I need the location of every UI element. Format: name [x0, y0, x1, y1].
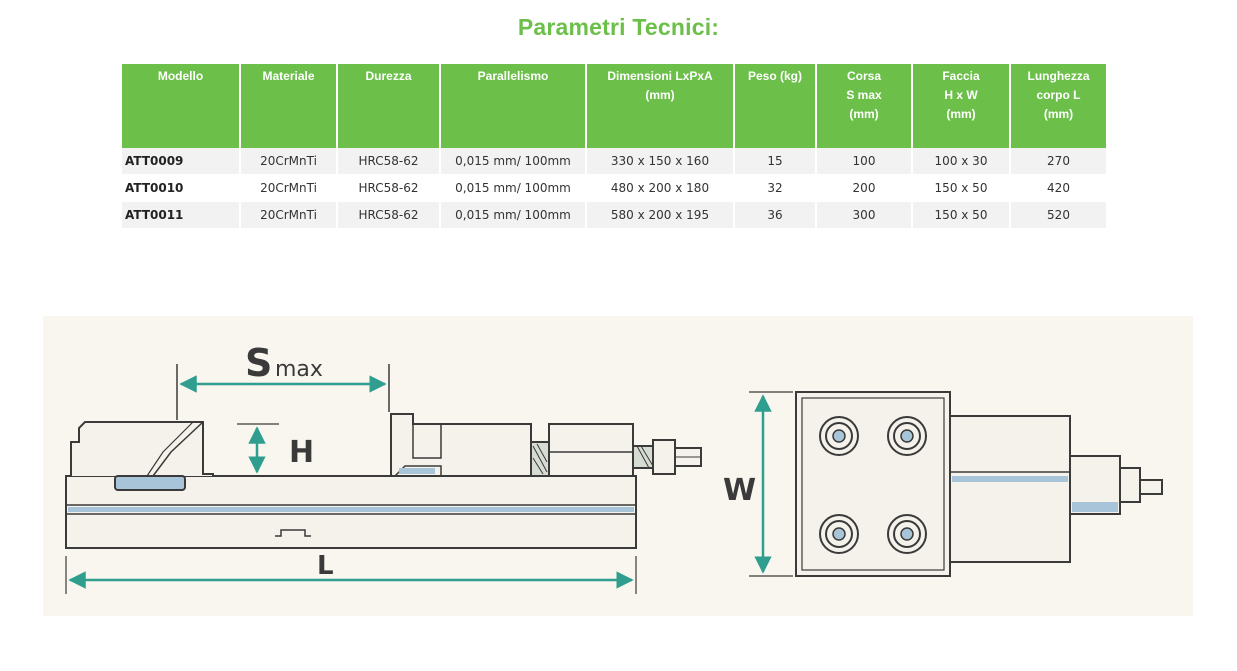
vise-drawing-svg: S max H L W — [65, 341, 1163, 594]
smax-dimension: S max — [176, 341, 390, 420]
cell-corsa: 200 — [816, 174, 913, 202]
cell-modello: ATT0010 — [122, 174, 241, 202]
label-l: L — [317, 551, 334, 581]
col-header-dimensioni: Dimensioni LxPxA (mm) — [586, 64, 735, 148]
bolt-icon — [819, 416, 859, 456]
cell-materiale: 20CrMnTi — [240, 148, 338, 175]
cell-lunghezza: 420 — [1010, 174, 1106, 202]
label-max: max — [275, 357, 323, 382]
table-row: ATT0010 20CrMnTi HRC58-62 0,015 mm/ 100m… — [122, 174, 1106, 202]
bolt-icon — [887, 514, 927, 554]
col-header-corsa: Corsa S max (mm) — [816, 64, 913, 148]
page-title: Parametri Tecnici: — [517, 14, 720, 40]
cell-peso: 36 — [734, 201, 817, 229]
cell-parallelismo: 0,015 mm/ 100mm — [440, 174, 587, 202]
vise-technical-drawing: S max H L W — [43, 316, 1193, 616]
cell-peso: 32 — [734, 174, 817, 202]
col-header-faccia: Faccia H x W (mm) — [912, 64, 1011, 148]
col-header-modello: Modello — [122, 64, 241, 148]
vise-side-view — [65, 413, 702, 549]
label-h: H — [289, 435, 314, 470]
cell-modello: ATT0009 — [122, 148, 241, 175]
cell-durezza: HRC58-62 — [337, 148, 441, 175]
cell-parallelismo: 0,015 mm/ 100mm — [440, 148, 587, 175]
cell-durezza: HRC58-62 — [337, 174, 441, 202]
cell-peso: 15 — [734, 148, 817, 175]
cell-lunghezza: 520 — [1010, 201, 1106, 229]
bolt-icon — [819, 514, 859, 554]
cell-durezza: HRC58-62 — [337, 201, 441, 229]
bolt-icon — [887, 416, 927, 456]
cell-dimensioni: 330 x 150 x 160 — [586, 148, 735, 175]
col-header-lunghezza: Lunghezza corpo L (mm) — [1010, 64, 1106, 148]
cell-corsa: 300 — [816, 201, 913, 229]
col-header-durezza: Durezza — [337, 64, 441, 148]
col-header-parallelismo: Parallelismo — [440, 64, 587, 148]
parameters-table: Modello Materiale Durezza Parallelismo D… — [122, 64, 1106, 229]
col-header-materiale: Materiale — [240, 64, 338, 148]
cell-faccia: 150 x 50 — [912, 174, 1011, 202]
cell-materiale: 20CrMnTi — [240, 201, 338, 229]
cell-parallelismo: 0,015 mm/ 100mm — [440, 201, 587, 229]
label-w: W — [723, 473, 756, 508]
cell-corsa: 100 — [816, 148, 913, 175]
table-header-row: Modello Materiale Durezza Parallelismo D… — [122, 64, 1106, 148]
h-dimension: H — [237, 423, 314, 477]
cell-dimensioni: 580 x 200 x 195 — [586, 201, 735, 229]
l-dimension: L — [65, 551, 637, 594]
table-row: ATT0011 20CrMnTi HRC58-62 0,015 mm/ 100m… — [122, 201, 1106, 229]
col-header-peso: Peso (kg) — [734, 64, 817, 148]
cell-faccia: 150 x 50 — [912, 201, 1011, 229]
table-row: ATT0009 20CrMnTi HRC58-62 0,015 mm/ 100m… — [122, 148, 1106, 175]
cell-materiale: 20CrMnTi — [240, 174, 338, 202]
cell-dimensioni: 480 x 200 x 180 — [586, 174, 735, 202]
cell-lunghezza: 270 — [1010, 148, 1106, 175]
cell-modello: ATT0011 — [122, 201, 241, 229]
label-s: S — [245, 341, 272, 385]
w-dimension: W — [723, 391, 793, 577]
cell-faccia: 100 x 30 — [912, 148, 1011, 175]
